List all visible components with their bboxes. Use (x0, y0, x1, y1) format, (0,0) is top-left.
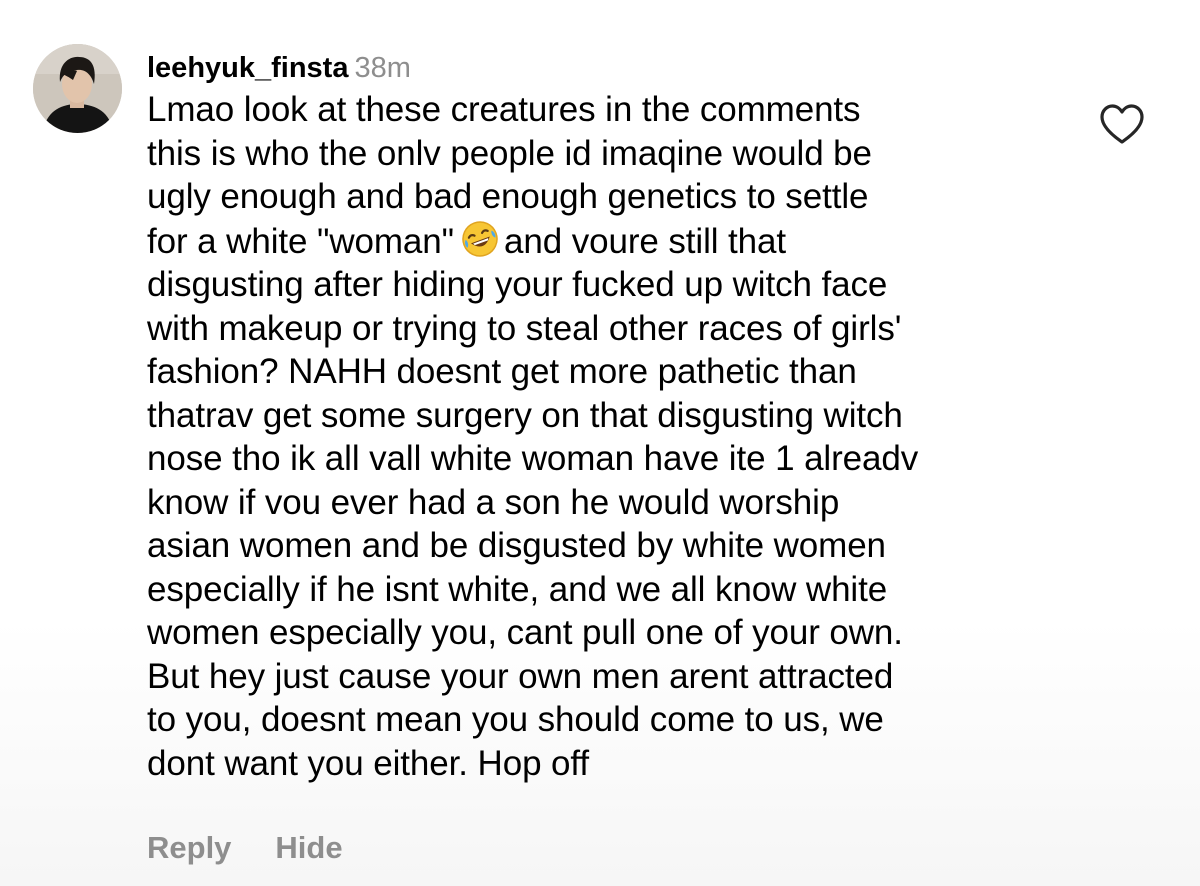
rolling-on-floor-laughing-emoji (460, 219, 500, 259)
avatar-photo (33, 44, 122, 133)
comment-username[interactable]: leehyuk_finsta (147, 52, 348, 84)
comment: leehyuk_finsta 38m Lmao look at these cre… (147, 50, 1077, 785)
comment-line: especially if he isnt white, and we all … (147, 569, 888, 609)
comment-screen: leehyuk_finsta 38m Lmao look at these cre… (0, 0, 1200, 886)
comment-timestamp: 38m (354, 52, 411, 84)
hide-button[interactable]: Hide (275, 828, 342, 868)
comment-line: this is who the onlv people id imaqine w… (147, 133, 872, 173)
comment-line: to you, doesnt mean you should come to u… (147, 700, 884, 739)
comment-meta: leehyuk_finsta 38m (147, 50, 1077, 86)
comment-line: ugly enough and bad enough genetics to s… (147, 177, 869, 216)
comment-line: thatrav get some surgery on that disgust… (147, 395, 903, 435)
comment-line: disgusting after hiding your fucked up w… (147, 265, 888, 304)
comment-actions: Reply Hide (147, 828, 387, 868)
comment-line: with makeup or trying to steal other rac… (147, 308, 902, 348)
avatar[interactable] (33, 44, 122, 133)
comment-line: know if vou ever had a son he would wors… (147, 482, 840, 522)
comment-line: women especially you, cant pull one of y… (147, 613, 903, 652)
comment-line: asian women and be disgusted by white wo… (147, 526, 886, 565)
comment-line-part: for a white "woman" (147, 221, 454, 261)
comment-line: But hey just cause your own men arent at… (147, 656, 894, 696)
heart-outline-icon (1100, 104, 1144, 144)
comment-line: dont want you either. Hop off (147, 743, 590, 783)
like-button[interactable] (1099, 103, 1145, 145)
comment-line-part: and voure still that (503, 221, 787, 261)
comment-line: Lmao look at these creatures in the comm… (147, 90, 861, 129)
comment-text: Lmao look at these creatures in the comm… (147, 88, 1077, 785)
comment-line: fashion? NAHH doesnt get more pathetic t… (147, 352, 857, 391)
comment-line: for a white "woman" and voure still that (147, 219, 1077, 264)
reply-button[interactable]: Reply (147, 828, 231, 868)
comment-line: nose tho ik all vall white woman have it… (147, 439, 919, 478)
